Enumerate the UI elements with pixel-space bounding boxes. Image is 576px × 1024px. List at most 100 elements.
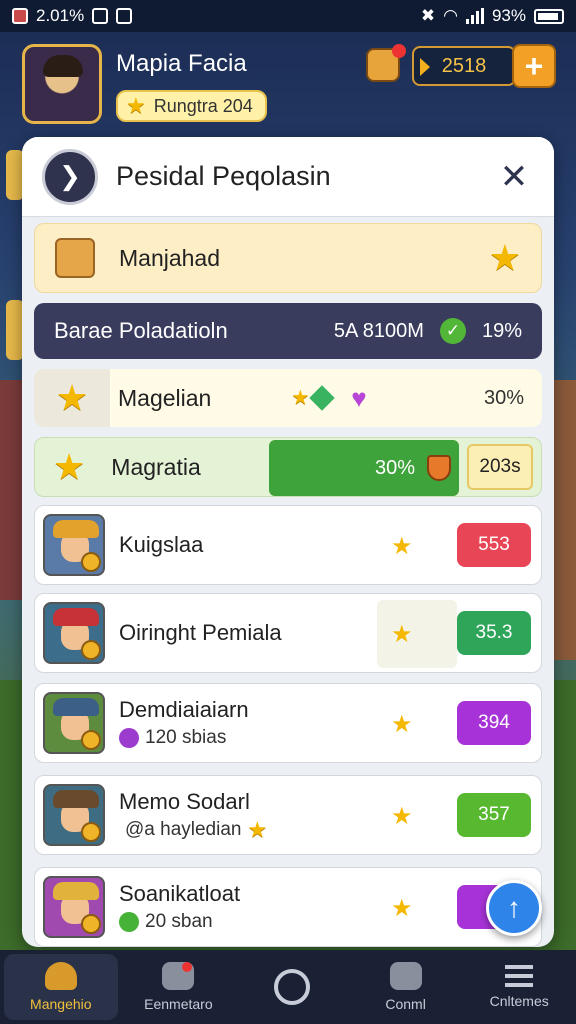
- notification-badge: [392, 44, 406, 58]
- star-icon: ★: [291, 387, 310, 409]
- character-sub-text: 120 sbias: [145, 727, 227, 748]
- nav-label: Cnltemes: [489, 993, 549, 1009]
- modal-panel: ❯ Pesidal Peqolasin ✕ Manjahad ★ Barae P…: [22, 137, 554, 947]
- portrait-hat: [53, 882, 99, 900]
- nav-item[interactable]: Eenmetaro: [122, 950, 236, 1024]
- character-portrait: [43, 514, 105, 576]
- scroll-up-button[interactable]: ↑: [486, 880, 542, 936]
- battery-percent: 93%: [491, 6, 526, 25]
- nav-label: Conml: [385, 996, 426, 1012]
- character-sub: 120 sbias: [119, 727, 249, 749]
- nav-label: Eenmetaro: [144, 996, 213, 1012]
- star-icon: ★: [126, 93, 146, 118]
- character-card[interactable]: Oiringht Pemiala ★ 35.3: [34, 593, 542, 673]
- status-bar: 2.01% ✖ ◠ 93%: [0, 0, 576, 32]
- camera-icon: [389, 962, 422, 990]
- character-sub: 20 sban: [119, 911, 240, 933]
- star-icon: ★: [53, 446, 86, 487]
- star-icon: ★: [391, 803, 413, 830]
- home-icon: [44, 962, 77, 990]
- character-sub-text: @a hayledian: [125, 819, 242, 840]
- row-label: Barae Poladatioln: [54, 318, 228, 343]
- star-icon: ★: [247, 817, 268, 842]
- player-header: Mapia Facia ★ Rungtra 204 2518 +: [0, 40, 576, 132]
- star-icon: ★: [391, 895, 413, 922]
- row-value: 5A 8100M: [333, 319, 424, 342]
- summary-row: Barae Poladatioln 5A 8100M ✓ 19%: [34, 303, 542, 359]
- coin-token-icon: [81, 640, 101, 660]
- nav-item[interactable]: [235, 950, 349, 1024]
- portrait-hat: [53, 698, 99, 716]
- star-icon: ★: [391, 711, 413, 738]
- app-icon: [116, 8, 133, 24]
- gem-icon: [309, 385, 336, 411]
- star-icon: ★: [488, 237, 521, 278]
- star-icon-box: ★: [34, 369, 110, 427]
- battery-icon: [534, 8, 564, 24]
- panel-logo-icon: ❯: [42, 148, 98, 205]
- panel-header: ❯ Pesidal Peqolasin ✕: [22, 137, 554, 217]
- star-icon: ★: [55, 377, 89, 418]
- character-portrait: [43, 784, 105, 846]
- shield-icon: [427, 455, 451, 481]
- star-icon: ★: [391, 621, 413, 648]
- check-icon: ✓: [439, 318, 466, 344]
- rank-pill[interactable]: ★ Rungtra 204: [116, 90, 267, 122]
- wifi-icon: ◠: [443, 6, 458, 25]
- row-percent: 30%: [483, 386, 524, 409]
- panel-title: Pesidal Peqolasin: [116, 161, 331, 191]
- highlight-area: [377, 600, 457, 668]
- character-card[interactable]: Memo Sodarl @a hayledian ★ ★ 357: [34, 775, 542, 855]
- app-icon: [92, 8, 109, 24]
- status-time: 2.01%: [36, 6, 85, 25]
- notification-badge: [181, 962, 192, 972]
- character-card[interactable]: Kuigslaa ★ 553: [34, 505, 542, 585]
- row-percent: 19%: [481, 319, 522, 342]
- nav-item[interactable]: Cnltemes: [462, 950, 576, 1024]
- timer-box: 203s: [467, 444, 533, 490]
- chest-icon: [55, 238, 95, 278]
- portrait-hat: [53, 608, 99, 626]
- currency-icon: [119, 912, 139, 932]
- reward-row[interactable]: Manjahad ★: [34, 223, 542, 293]
- coin-token-icon: [81, 730, 101, 750]
- arrow-icon: [420, 58, 430, 76]
- portrait-hat: [53, 520, 99, 538]
- character-name: Kuigslaa: [119, 532, 204, 557]
- character-portrait: [43, 876, 105, 938]
- close-button[interactable]: ✕: [494, 157, 534, 197]
- coin-token-icon: [81, 552, 101, 572]
- character-card[interactable]: Soanikatloat 20 sban ★ 3: [34, 867, 542, 947]
- nav-item[interactable]: Conml: [349, 950, 463, 1024]
- add-coins-button[interactable]: +: [512, 44, 556, 88]
- nav-item[interactable]: Mangehio: [4, 954, 118, 1020]
- play-ring-icon: [273, 969, 310, 1005]
- character-name: Oiringht Pemiala: [119, 620, 282, 645]
- row-label: Magelian: [118, 384, 212, 411]
- coin-token-icon: [81, 822, 101, 842]
- character-card[interactable]: Demdiaiaiarn 120 sbias ★ 394: [34, 683, 542, 763]
- progress-bar: 30%: [269, 440, 459, 496]
- bonus-row[interactable]: ★ Magelian ★ ♥ 30%: [34, 369, 542, 427]
- character-sub: @a hayledian ★: [119, 819, 267, 841]
- progress-row[interactable]: ★ Magratia 30% 203s: [34, 437, 542, 497]
- notification-icon: [12, 8, 28, 24]
- currency-icon: [119, 728, 139, 748]
- progress-text: 30%: [374, 456, 415, 479]
- score-badge[interactable]: 394: [457, 701, 531, 745]
- mute-icon: ✖: [420, 6, 436, 25]
- player-name: Mapia Facia: [116, 50, 247, 77]
- character-name: Demdiaiaiarn: [119, 697, 249, 722]
- character-sub-text: 20 sban: [145, 911, 213, 932]
- coin-counter: 2518: [412, 46, 516, 86]
- player-avatar[interactable]: [22, 44, 102, 124]
- menu-icon: [505, 965, 534, 987]
- score-badge[interactable]: 553: [457, 523, 531, 567]
- bottom-nav: Mangehio Eenmetaro Conml Cnltemes: [0, 950, 576, 1024]
- character-portrait: [43, 602, 105, 664]
- score-badge[interactable]: 35.3: [457, 611, 531, 655]
- nav-label: Mangehio: [30, 996, 92, 1012]
- row-label: Magratia: [111, 453, 201, 480]
- character-name: Soanikatloat: [119, 881, 241, 906]
- score-badge[interactable]: 357: [457, 793, 531, 837]
